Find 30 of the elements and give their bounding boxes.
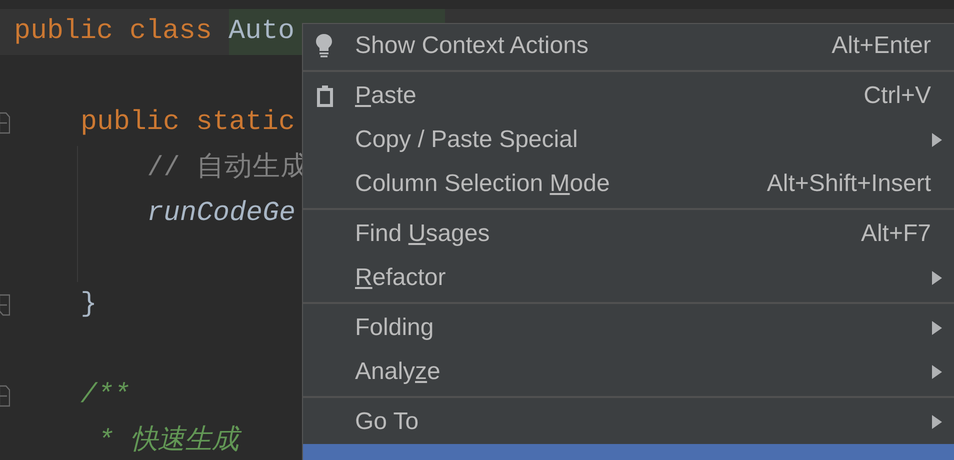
menu-item-label: Analyze [355, 358, 440, 386]
menu-item-label: Folding [355, 314, 434, 342]
menu-item-label: Find Usages [355, 220, 490, 248]
keyword-text: public static [80, 106, 296, 140]
clipboard-icon [315, 84, 335, 108]
fold-marker-icon[interactable] [0, 294, 10, 316]
shortcut-text: Alt+F7 [860, 220, 931, 248]
menu-item[interactable]: Refactor [303, 256, 954, 300]
menu-item-label: Refactor [355, 264, 446, 292]
fold-marker-icon[interactable] [0, 384, 10, 407]
method-call-text: runCodeGe [147, 197, 296, 231]
menu-item[interactable]: Go To [303, 400, 954, 444]
keyword-text: public class [14, 15, 214, 49]
menu-item[interactable]: Copy / Paste Special [303, 118, 954, 162]
shortcut-text: Alt+Enter [832, 32, 931, 60]
menu-item[interactable]: Column Selection Mode Alt+Shift+Insert [303, 162, 954, 206]
menu-item-label: Go To [355, 408, 419, 436]
menu-item-label: Copy / Paste Special [355, 126, 578, 154]
doc-comment-text: /** [80, 379, 130, 413]
menu-item[interactable]: Paste Ctrl+V [303, 74, 954, 118]
shortcut-text: Ctrl+V [864, 82, 931, 110]
menu-item-label: Paste [355, 82, 416, 110]
lightbulb-icon [315, 33, 333, 59]
menu-item-label: Column Selection Mode [355, 170, 610, 198]
menu-item[interactable]: Find Usages Alt+F7 [303, 212, 954, 256]
menu-item[interactable]: Analyze [303, 350, 954, 394]
brace-text: } [80, 288, 98, 322]
fold-marker-icon[interactable] [0, 112, 10, 134]
shortcut-text: Alt+Shift+Insert [766, 170, 931, 198]
menu-item[interactable]: Folding [303, 306, 954, 350]
